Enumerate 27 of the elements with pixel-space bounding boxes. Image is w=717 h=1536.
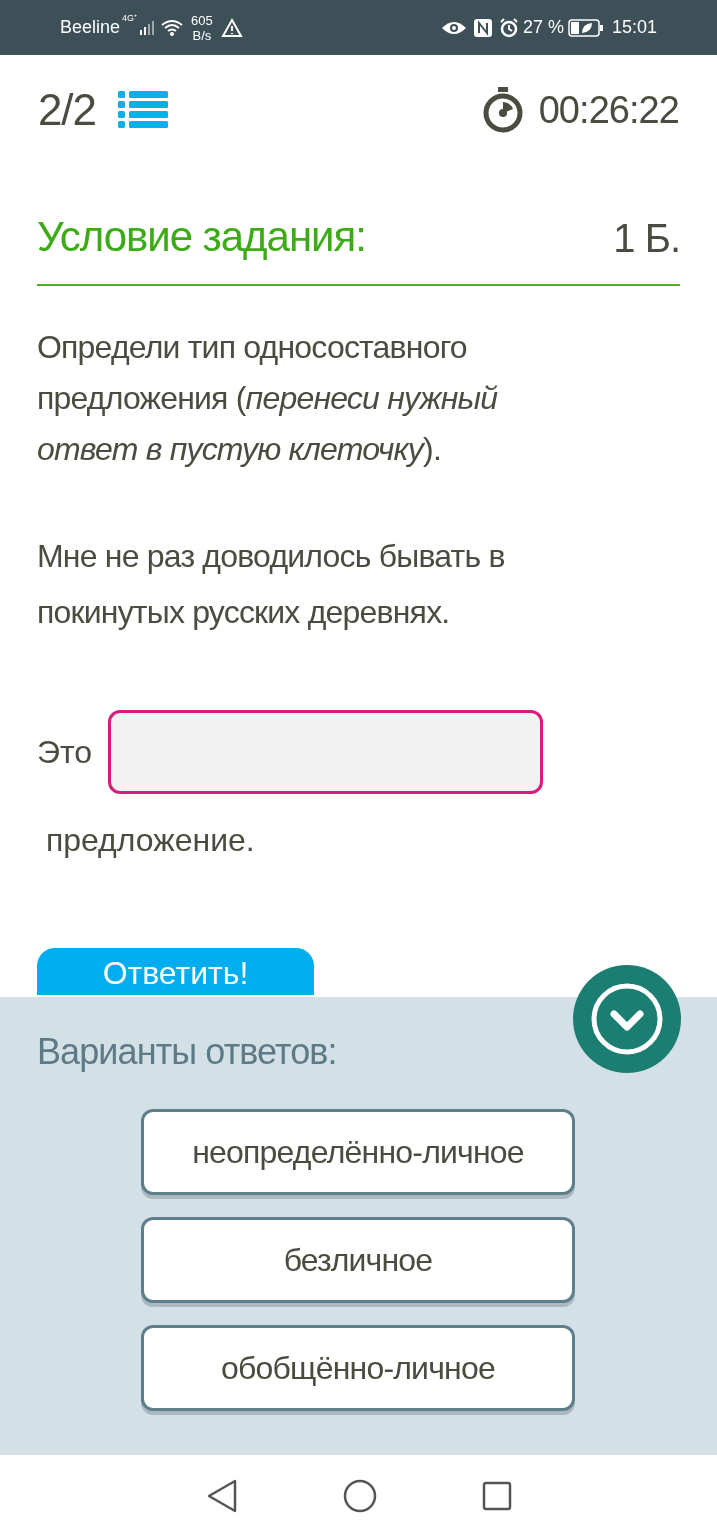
answer-box[interactable] bbox=[108, 710, 544, 794]
network-label: 4G⁺ bbox=[122, 12, 138, 25]
sentence-prefix: Это bbox=[37, 733, 93, 772]
timer: 00:26:22 bbox=[538, 87, 679, 133]
back-icon[interactable] bbox=[205, 1478, 238, 1513]
sentence-text: Мне не раз доводилось бывать в покинутых русских деревнях. bbox=[37, 537, 506, 632]
instruction-text: Определи тип односоставного предложения (перенеси нужный ответ в пустую клеточку). bbox=[37, 328, 499, 469]
sentence-suffix: предложение. bbox=[44, 821, 256, 860]
recents-icon[interactable] bbox=[481, 1480, 512, 1511]
signal-icon bbox=[139, 19, 156, 36]
eye-icon bbox=[440, 19, 467, 36]
nfc-icon bbox=[472, 17, 493, 38]
speed-value: 605 bbox=[191, 12, 213, 28]
points-label: 1 Б. bbox=[613, 215, 680, 262]
battery-icon bbox=[567, 18, 604, 37]
alarm-icon bbox=[498, 17, 519, 38]
wifi-icon bbox=[161, 18, 184, 37]
clock: 15:01 bbox=[611, 16, 657, 39]
battery-percent: 27 % bbox=[522, 16, 564, 39]
home-icon[interactable] bbox=[342, 1478, 377, 1513]
speed-unit: B/s bbox=[192, 27, 212, 43]
carrier-label: Beeline bbox=[60, 16, 121, 39]
task-title: Условие задания: bbox=[37, 212, 366, 262]
menu-icon[interactable] bbox=[117, 91, 168, 129]
warning-icon bbox=[220, 17, 243, 38]
question-counter: 2/2 bbox=[38, 84, 96, 136]
answers-title: Варианты ответов: bbox=[37, 1031, 337, 1072]
